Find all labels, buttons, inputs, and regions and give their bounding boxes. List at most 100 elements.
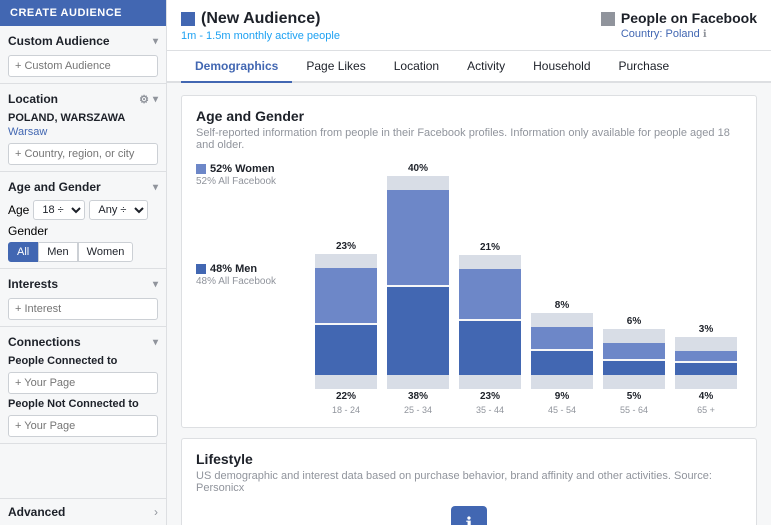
age-from-select[interactable]: 18 ÷ (33, 200, 85, 220)
chart-legend: 52% Women 52% All Facebook 48% Men 48% A… (196, 163, 296, 287)
pof-icon (601, 12, 615, 26)
bar-men-label: 22% (336, 391, 356, 402)
bar-women-label: 3% (699, 324, 713, 335)
audience-icon (181, 12, 195, 26)
age-range-label: 25 - 34 (404, 405, 432, 415)
chevron-down-icon: ▾ (153, 182, 158, 193)
age-range-label: 65 + (697, 405, 715, 415)
not-connected-page-input[interactable] (8, 415, 158, 437)
bar-men-bg (675, 363, 737, 389)
sidebar-header: CREATE AUDIENCE (0, 0, 166, 26)
connected-page-input[interactable] (8, 372, 158, 394)
sidebar-section-interests: Interests ▾ (0, 269, 166, 327)
bar-men-label: 38% (408, 391, 428, 402)
bar-men-label: 4% (699, 391, 713, 402)
tab-activity[interactable]: Activity (453, 51, 519, 83)
gender-women-button[interactable]: Women (78, 242, 134, 262)
men-allfb-label: 48% All Facebook (196, 276, 296, 287)
interests-label: Interests (8, 277, 58, 291)
bar-men-bg (459, 321, 521, 389)
gender-all-button[interactable]: All (8, 242, 38, 262)
custom-audience-label: Custom Audience (8, 34, 110, 48)
age-gender-card-subtitle: Self-reported information from people in… (196, 127, 742, 151)
gender-label: Gender (8, 224, 158, 238)
men-percent-label: 48% Men (210, 263, 257, 275)
sidebar-section-age-gender: Age and Gender ▾ Age 18 ÷ Any ÷ Gender A… (0, 172, 166, 269)
topbar: (New Audience) 1m - 1.5m monthly active … (167, 0, 771, 51)
bar-women (675, 351, 737, 361)
bar-pair-25-34: 40% 38% 25 - 34 (387, 163, 449, 415)
age-range-label: 35 - 44 (476, 405, 504, 415)
bar-men-bg (603, 361, 665, 389)
interests-toggle[interactable]: Interests ▾ (8, 275, 158, 293)
people-on-facebook-section: People on Facebook Country: Poland ℹ (601, 10, 757, 40)
tab-purchase[interactable]: Purchase (605, 51, 684, 83)
bar-men (531, 351, 593, 375)
audience-title: (New Audience) (181, 10, 340, 28)
women-percent-label: 52% Women (210, 163, 275, 175)
chevron-down-icon: ▾ (153, 94, 158, 105)
bar-women-label: 21% (480, 242, 500, 253)
advanced-toggle[interactable]: Advanced › (0, 498, 166, 525)
bar-pair-45-54: 8%9%45 - 54 (531, 300, 593, 415)
bar-women-bg (675, 337, 737, 361)
bar-women-bg (459, 255, 521, 319)
age-gender-label: Age and Gender (8, 180, 101, 194)
bar-women (315, 268, 377, 323)
women-allfb-label: 52% All Facebook (196, 176, 296, 187)
gender-text-label: Gender (8, 224, 48, 238)
gear-icon[interactable]: ⚙ (139, 93, 149, 106)
pof-country: Country: Poland (621, 28, 700, 40)
tab-location[interactable]: Location (380, 51, 453, 83)
pof-info: People on Facebook Country: Poland ℹ (621, 10, 757, 40)
interest-input[interactable] (8, 298, 158, 320)
bar-men-bg (315, 325, 377, 389)
bar-women (387, 190, 449, 285)
chevron-down-icon: ▾ (153, 337, 158, 348)
bar-men-label: 5% (627, 391, 641, 402)
legend-women: 52% Women 52% All Facebook (196, 163, 296, 187)
bar-men (387, 287, 449, 375)
not-connected-to-label: People Not Connected to (8, 398, 158, 410)
connections-label: Connections (8, 335, 81, 349)
tab-demographics[interactable]: Demographics (181, 51, 292, 83)
audience-subtitle: 1m - 1.5m monthly active people (181, 30, 340, 42)
bar-men (603, 361, 665, 375)
tab-household[interactable]: Household (519, 51, 604, 83)
gender-men-button[interactable]: Men (38, 242, 77, 262)
custom-audience-toggle[interactable]: Custom Audience ▾ (8, 32, 158, 50)
sidebar: CREATE AUDIENCE Custom Audience ▾ Locati… (0, 0, 167, 525)
lifestyle-subtitle: US demographic and interest data based o… (196, 470, 742, 494)
age-row: Age 18 ÷ Any ÷ (8, 200, 158, 220)
chevron-right-icon: › (154, 505, 158, 519)
sidebar-section-custom-audience: Custom Audience ▾ (0, 26, 166, 84)
bar-men (675, 363, 737, 375)
bar-men (459, 321, 521, 375)
bar-men-label: 9% (555, 391, 569, 402)
lifestyle-title: Lifestyle (196, 451, 742, 467)
lifestyle-card: Lifestyle US demographic and interest da… (181, 438, 757, 525)
info-icon[interactable]: ℹ (703, 29, 707, 40)
bar-men-bg (387, 287, 449, 389)
age-gender-toggle[interactable]: Age and Gender ▾ (8, 178, 158, 196)
connections-toggle[interactable]: Connections ▾ (8, 333, 158, 351)
legend-men: 48% Men 48% All Facebook (196, 263, 296, 287)
location-city[interactable]: Warsaw (8, 126, 158, 138)
bar-men-bg (531, 351, 593, 389)
age-range-label: 18 - 24 (332, 405, 360, 415)
lifestyle-info-icon[interactable]: ℹ (451, 506, 487, 525)
bar-women-bg (315, 254, 377, 323)
tab-page-likes[interactable]: Page Likes (292, 51, 379, 83)
custom-audience-input[interactable] (8, 55, 158, 77)
chevron-down-icon: ▾ (153, 36, 158, 47)
bar-men (315, 325, 377, 375)
age-text-label: Age (8, 203, 29, 217)
bar-pair-35-44: 21% 23% 35 - 44 (459, 242, 521, 415)
bar-women-label: 40% (408, 163, 428, 174)
bar-men-label: 23% (480, 391, 500, 402)
location-input[interactable] (8, 143, 158, 165)
bar-women (459, 269, 521, 319)
age-to-select[interactable]: Any ÷ (89, 200, 148, 220)
audience-info: (New Audience) 1m - 1.5m monthly active … (181, 10, 340, 42)
location-toggle[interactable]: Location ⚙ ▾ (8, 90, 158, 108)
